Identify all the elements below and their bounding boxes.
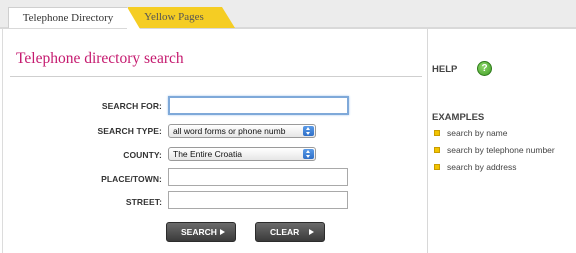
search-button-label: SEARCH (181, 227, 217, 237)
panel-left-border (2, 29, 3, 253)
search-type-select[interactable]: all word forms or phone numb (168, 124, 316, 138)
example-link-address[interactable]: search by address (434, 162, 516, 172)
place-town-input[interactable] (168, 168, 348, 186)
page-title: Telephone directory search (16, 50, 184, 67)
bullet-square-icon (434, 164, 440, 170)
select-arrows-icon (303, 149, 314, 159)
county-select[interactable]: The Entire Croatia (168, 147, 316, 161)
county-value: The Entire Croatia (173, 149, 242, 159)
search-type-label: SEARCH TYPE: (97, 126, 162, 136)
bullet-square-icon (434, 147, 440, 153)
help-question-icon[interactable]: ? (477, 61, 492, 76)
search-for-input[interactable] (168, 96, 349, 115)
place-town-label: PLACE/TOWN: (101, 174, 162, 184)
example-link-label: search by address (447, 162, 517, 172)
street-input[interactable] (168, 191, 348, 209)
tab-telephone-directory[interactable]: Telephone Directory (8, 7, 140, 29)
search-type-value: all word forms or phone numb (173, 126, 286, 136)
example-link-label: search by telephone number (447, 145, 555, 155)
help-heading: HELP (432, 64, 458, 75)
example-link-telephone[interactable]: search by telephone number (434, 145, 555, 155)
county-label: COUNTY: (123, 150, 162, 160)
play-arrow-icon (309, 229, 314, 235)
select-arrows-icon (303, 126, 314, 136)
search-for-label: SEARCH FOR: (101, 101, 162, 111)
play-arrow-icon (220, 229, 225, 235)
clear-button-label: CLEAR (270, 227, 300, 237)
street-label: STREET: (125, 197, 162, 207)
examples-heading: EXAMPLES (432, 112, 485, 123)
title-divider (10, 76, 422, 77)
example-link-label: search by name (447, 128, 508, 138)
clear-button[interactable]: CLEAR (255, 222, 325, 242)
example-link-name[interactable]: search by name (434, 128, 507, 138)
tab-yellow-pages[interactable]: Yellow Pages (126, 7, 235, 28)
bullet-square-icon (434, 130, 440, 136)
search-button[interactable]: SEARCH (166, 222, 236, 242)
panel-divider (427, 29, 428, 253)
